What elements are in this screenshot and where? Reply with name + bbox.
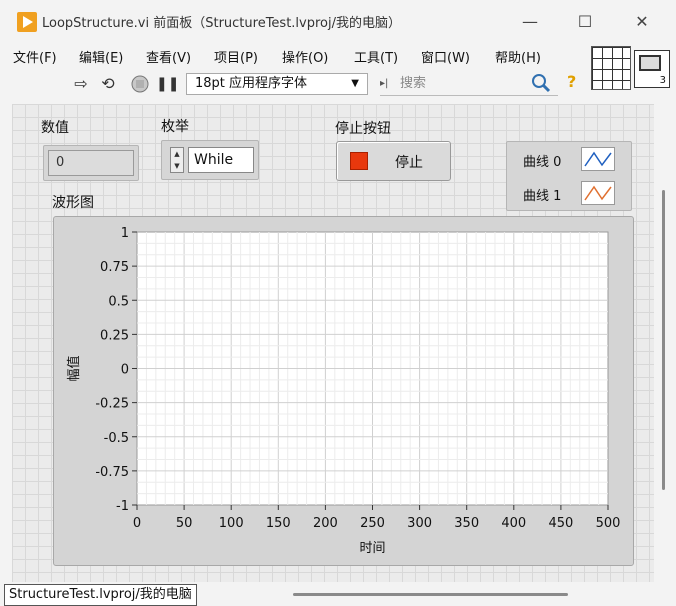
title-bar: LoopStructure.vi 前面板（StructureTest.lvpro…: [0, 0, 676, 44]
waveform-plot-svg: 0 50 100 150 200 250 300 350 400 450 500 1 0.75 0.5 0.…: [66, 226, 621, 556]
vi-icon-screen: [639, 55, 661, 71]
y-tick-label: 0.25: [100, 328, 129, 343]
enum-value[interactable]: While: [188, 147, 254, 173]
plot-line-1-symbol: [584, 185, 612, 201]
x-tick-label: 100: [219, 516, 244, 531]
stop-button-text: 停止: [395, 155, 423, 171]
x-tick-label: 250: [360, 516, 385, 531]
menu-bar: 文件(F) 编辑(E) 查看(V) 项目(P) 操作(O) 工具(T) 窗口(W…: [0, 44, 590, 68]
x-tick-label: 450: [548, 516, 573, 531]
y-tick-label: 0.75: [100, 260, 129, 275]
stop-label: 停止按钮: [335, 121, 391, 137]
x-tick-label: 500: [596, 516, 621, 531]
maximize-button[interactable]: ☐: [570, 10, 600, 34]
font-select[interactable]: 18pt 应用程序字体 ▼: [186, 73, 368, 95]
horizontal-scrollbar[interactable]: [293, 593, 568, 596]
plot-line-icon[interactable]: [581, 181, 615, 205]
vertical-scrollbar[interactable]: [662, 190, 665, 490]
menu-tools[interactable]: 工具(T): [354, 47, 398, 66]
magnifier-symbol: [532, 74, 551, 93]
numeric-label: 数值: [41, 120, 69, 136]
x-tick-label: 400: [501, 516, 526, 531]
menu-file[interactable]: 文件(F): [13, 47, 57, 66]
x-tick-label: 150: [266, 516, 291, 531]
vi-icon-number: 3: [659, 75, 666, 86]
menu-window[interactable]: 窗口(W): [421, 47, 470, 66]
abort-symbol: [131, 75, 149, 93]
waveform-graph[interactable]: 0 50 100 150 200 250 300 350 400 450 500 1 0.75 0.5 0.…: [53, 216, 634, 566]
enum-spinner-icon[interactable]: ▲ ▼: [170, 147, 184, 173]
menu-help[interactable]: 帮助(H): [495, 47, 541, 66]
x-tick-label: 350: [454, 516, 479, 531]
y-tick-label: -0.25: [95, 397, 129, 412]
waveform-graph-label: 波形图: [52, 195, 94, 211]
pause-icon[interactable]: ❚❚: [156, 74, 179, 94]
x-axis-label: 时间: [359, 541, 385, 556]
help-icon[interactable]: ?: [567, 72, 576, 91]
y-tick-label: 1: [121, 226, 129, 241]
minimize-button[interactable]: —: [515, 10, 545, 34]
y-tick-label: -1: [116, 499, 129, 514]
legend-name: 曲线 0: [523, 155, 562, 170]
chevron-down-icon: ▼: [351, 78, 359, 89]
y-tick-label: -0.75: [95, 465, 129, 480]
menu-operate[interactable]: 操作(O): [282, 47, 328, 66]
numeric-indicator: 0: [43, 145, 139, 181]
connector-pane[interactable]: [591, 46, 631, 90]
run-continuously-icon[interactable]: ⟲: [98, 74, 118, 94]
legend-entry-1[interactable]: 曲线 1: [507, 179, 633, 209]
vi-icon[interactable]: 3: [634, 50, 670, 88]
search-marker-icon: ▸|: [380, 78, 389, 89]
labview-front-panel-window: LoopStructure.vi 前面板（StructureTest.lvpro…: [0, 0, 676, 606]
labview-app-icon: [17, 12, 37, 32]
y-axis-label: 幅值: [66, 355, 82, 381]
window-title: LoopStructure.vi 前面板（StructureTest.lvpro…: [42, 16, 401, 31]
plot-line-icon[interactable]: [581, 147, 615, 171]
numeric-value: 0: [48, 150, 134, 176]
x-tick-label: 200: [313, 516, 338, 531]
y-tick-label: -0.5: [104, 431, 129, 446]
x-tick-label: 50: [176, 516, 193, 531]
plot-legend[interactable]: 曲线 0 曲线 1: [506, 141, 632, 211]
x-tick-label: 300: [407, 516, 432, 531]
status-project-path: StructureTest.lvproj/我的电脑: [4, 584, 197, 606]
run-arrow-icon[interactable]: ⇨: [71, 74, 91, 94]
menu-edit[interactable]: 编辑(E): [79, 47, 123, 66]
search-placeholder: 搜索: [400, 76, 427, 91]
close-button[interactable]: ✕: [627, 10, 657, 34]
menu-view[interactable]: 查看(V): [146, 47, 191, 66]
search-icon[interactable]: [530, 72, 552, 94]
plot-line-0-symbol: [584, 151, 612, 167]
abort-icon[interactable]: [130, 74, 150, 94]
legend-entry-0[interactable]: 曲线 0: [507, 145, 633, 175]
enum-label: 枚举: [161, 119, 189, 135]
legend-name: 曲线 1: [523, 189, 562, 204]
x-tick-label: 0: [133, 516, 141, 531]
menu-project[interactable]: 项目(P): [214, 47, 258, 66]
toolbar: ⇨ ⟲ ❚❚ 18pt 应用程序字体 ▼ ▸| 搜索 ?: [0, 68, 590, 100]
y-tick-label: 0.5: [108, 294, 129, 309]
stop-led-icon: [350, 152, 368, 170]
enum-control[interactable]: ▲ ▼ While: [161, 140, 259, 180]
stop-button[interactable]: 停止: [336, 141, 451, 181]
status-bar: StructureTest.lvproj/我的电脑: [0, 583, 676, 606]
y-tick-label: 0: [121, 363, 129, 378]
font-select-value: 18pt 应用程序字体: [195, 76, 308, 91]
